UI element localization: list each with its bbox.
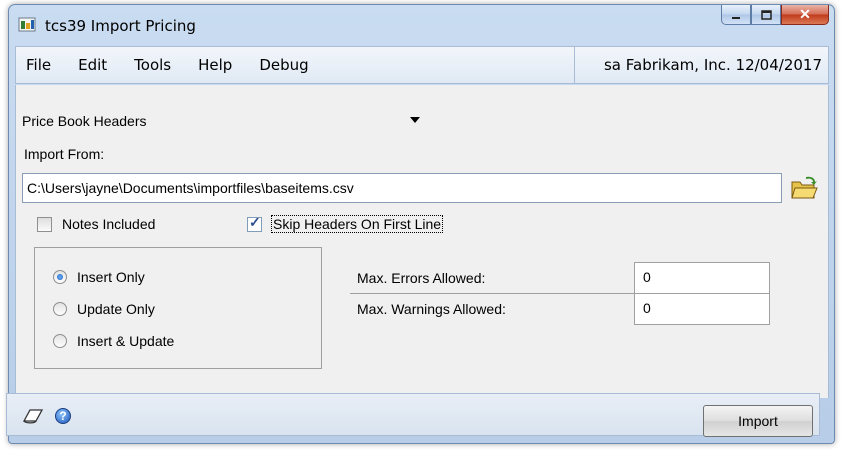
import-type-value: Price Book Headers xyxy=(22,113,147,129)
close-button[interactable]: ✕ xyxy=(781,5,829,25)
import-from-path-input[interactable] xyxy=(22,173,782,203)
open-folder-icon[interactable] xyxy=(789,174,819,202)
maximize-icon xyxy=(760,9,772,20)
menu-tools[interactable]: Tools xyxy=(134,56,171,74)
menu-debug[interactable]: Debug xyxy=(259,56,308,74)
help-icon[interactable]: ? xyxy=(55,408,71,424)
insert-update-label: Insert & Update xyxy=(77,333,175,349)
update-only-radio[interactable] xyxy=(53,302,67,316)
close-icon: ✕ xyxy=(799,6,811,22)
max-errors-label: Max. Errors Allowed: xyxy=(357,270,486,286)
notes-included-label: Notes Included xyxy=(62,216,156,232)
minimize-icon xyxy=(732,16,740,19)
import-button-label: Import xyxy=(738,413,778,429)
import-from-label: Import From: xyxy=(24,146,105,162)
title-bar[interactable]: tcs39 Import Pricing ✕ xyxy=(9,5,834,45)
menu-file[interactable]: File xyxy=(26,56,51,74)
skip-headers-checkbox[interactable] xyxy=(247,214,262,232)
insert-update-radio[interactable] xyxy=(53,334,67,348)
menu-edit[interactable]: Edit xyxy=(78,56,107,74)
max-warnings-row: Max. Warnings Allowed: 0 xyxy=(350,293,770,325)
maximize-button[interactable] xyxy=(751,5,781,25)
import-button[interactable]: Import xyxy=(703,405,813,437)
minimize-button[interactable] xyxy=(721,5,751,25)
import-mode-radio-group: Insert Only Update Only Insert & Update xyxy=(34,247,322,369)
update-only-label: Update Only xyxy=(77,301,155,317)
max-errors-row: Max. Errors Allowed: 0 xyxy=(350,262,770,294)
notes-included-checkbox[interactable] xyxy=(37,217,52,232)
max-warnings-label: Max. Warnings Allowed: xyxy=(357,301,506,317)
skip-headers-label: Skip Headers On First Line xyxy=(271,215,444,233)
menu-help[interactable]: Help xyxy=(198,56,232,74)
import-type-select[interactable]: Price Book Headers xyxy=(18,107,426,135)
window-title: tcs39 Import Pricing xyxy=(45,17,196,35)
note-icon[interactable] xyxy=(21,407,45,425)
insert-only-label: Insert Only xyxy=(77,269,145,285)
max-errors-input[interactable]: 0 xyxy=(634,262,770,294)
menu-bar: File Edit Tools Help Debug sa Fabrikam, … xyxy=(15,46,829,84)
dropdown-arrow-icon xyxy=(410,117,420,123)
max-warnings-input[interactable]: 0 xyxy=(634,293,770,325)
app-icon xyxy=(18,17,36,32)
user-company-date: sa Fabrikam, Inc. 12/04/2017 xyxy=(574,47,828,83)
status-bar: ? xyxy=(6,393,820,436)
insert-only-radio[interactable] xyxy=(53,270,67,284)
